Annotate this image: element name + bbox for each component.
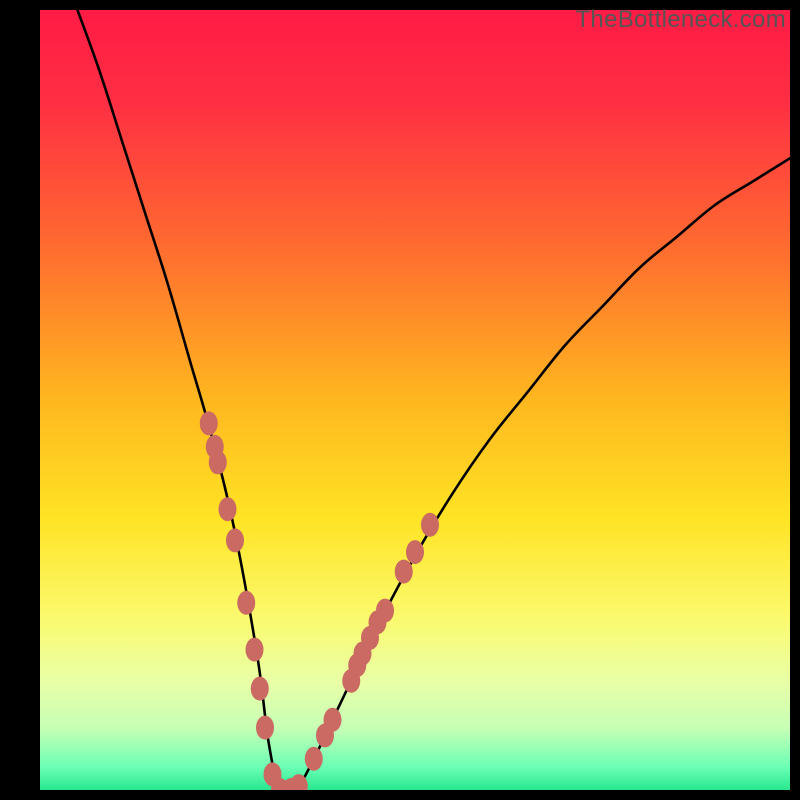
data-marker	[406, 540, 424, 564]
data-marker	[246, 638, 264, 662]
bottleneck-chart	[40, 10, 790, 790]
data-marker	[237, 591, 255, 615]
data-marker	[376, 599, 394, 623]
data-marker	[324, 708, 342, 732]
gradient-background	[40, 10, 790, 790]
data-marker	[251, 677, 269, 701]
data-marker	[305, 747, 323, 771]
data-marker	[209, 450, 227, 474]
data-marker	[421, 513, 439, 537]
data-marker	[219, 497, 237, 521]
watermark-text: TheBottleneck.com	[575, 6, 786, 34]
chart-frame	[40, 10, 790, 790]
data-marker	[256, 716, 274, 740]
data-marker	[200, 411, 218, 435]
data-marker	[226, 528, 244, 552]
data-marker	[395, 560, 413, 584]
